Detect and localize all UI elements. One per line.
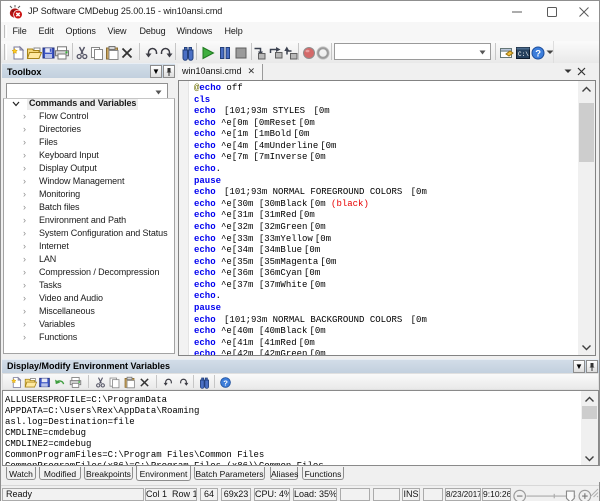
svg-text:?: ? bbox=[535, 49, 541, 60]
svg-text:C:\: C:\ bbox=[518, 51, 529, 58]
svg-text:?: ? bbox=[223, 378, 228, 387]
